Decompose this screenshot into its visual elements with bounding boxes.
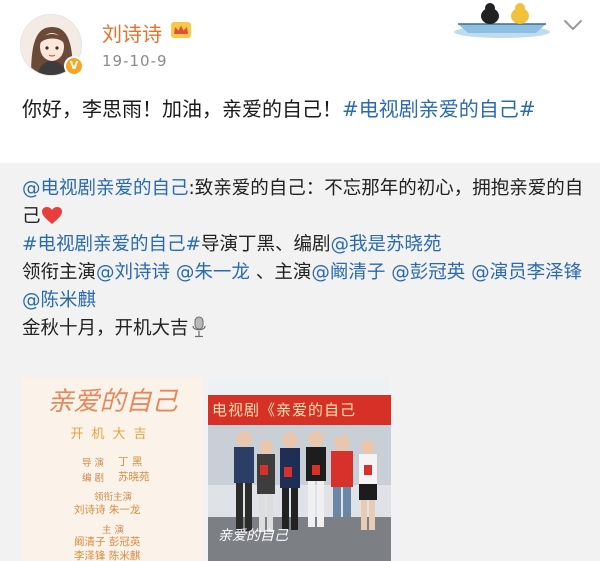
repost-text-2: 导演丁黑、编剧 xyxy=(201,234,331,255)
poster-cast-names-1: 阚清子 彭冠英 xyxy=(74,536,141,548)
mention-drama-account[interactable]: @电视剧亲爱的自己 xyxy=(22,178,189,199)
mention-li-zefeng[interactable]: @演员李泽锋 xyxy=(471,262,582,283)
poster-writer-name: 苏晓苑 xyxy=(118,471,150,483)
post-date: 19-10-9 xyxy=(102,52,168,70)
hashtag-drama[interactable]: #电视剧亲爱的自己# xyxy=(22,234,201,255)
poster-title: 亲爱的自己 xyxy=(47,387,178,417)
poster-director-name: 丁 黑 xyxy=(118,456,143,468)
poster-lead-names: 刘诗诗 朱一龙 xyxy=(74,504,141,516)
photo-watermark: 亲爱的自己 xyxy=(218,528,288,544)
post-text-plain: 你好，李思雨！加油，亲爱的自己！ xyxy=(22,97,342,121)
poster-lead-role: 领衔主演 xyxy=(94,492,133,503)
repost-text: @电视剧亲爱的自己:致亲爱的自己：不忘那年的初心，拥抱亲爱的自己 #电视剧亲爱的… xyxy=(22,175,587,343)
repost-text-3: 领衔主演 xyxy=(22,262,97,283)
repost-box[interactable]: @电视剧亲爱的自己:致亲爱的自己：不忘那年的初心，拥抱亲爱的自己 #电视剧亲爱的… xyxy=(0,163,600,561)
mention-liu-shishi[interactable]: @刘诗诗 xyxy=(96,262,170,283)
poster-writer-role: 编 剧 xyxy=(82,473,105,484)
mention-writer[interactable]: @我是苏晓苑 xyxy=(331,234,442,255)
poster-cast-names-2: 李泽锋 陈米麒 xyxy=(74,550,141,561)
mention-peng-guanying[interactable]: @彭冠英 xyxy=(391,262,465,283)
mention-chen-miqi[interactable]: @陈米麒 xyxy=(22,290,96,311)
repost-text-5: 金秋十月，开机大吉 xyxy=(22,318,189,339)
mention-zhu-yilong[interactable]: @朱一龙 xyxy=(176,262,250,283)
heart-icon xyxy=(41,207,62,224)
verified-badge-icon: V xyxy=(64,56,84,76)
author-name[interactable]: 刘诗诗 xyxy=(102,18,162,47)
poster-thumbnail[interactable]: 亲爱的自己 开机大吉 导 演 丁 黑 编 剧 苏晓苑 领衔主演 刘诗诗 朱一龙 … xyxy=(22,377,203,561)
crown-icon[interactable] xyxy=(170,21,192,39)
post-text: 你好，李思雨！加油，亲爱的自己！#电视剧亲爱的自己# xyxy=(22,94,582,124)
photo-banner: 电视剧《亲爱的自己 xyxy=(208,395,391,425)
mention-kan-qingzi[interactable]: @阚清子 xyxy=(311,262,385,283)
post-header: V 刘诗诗 19-10-9 xyxy=(0,0,600,86)
boat-decoration xyxy=(454,3,550,38)
repost-text-4: 、主演 xyxy=(255,262,312,283)
chevron-down-icon[interactable] xyxy=(562,17,584,33)
photo-thumbnail[interactable]: 电视剧《亲爱的自己 亲爱的自己 xyxy=(208,377,391,561)
microphone-icon xyxy=(191,316,206,338)
poster-subtitle: 开机大吉 xyxy=(70,427,155,442)
poster-director-role: 导 演 xyxy=(82,458,105,469)
post-hashtag[interactable]: #电视剧亲爱的自己# xyxy=(342,97,536,121)
